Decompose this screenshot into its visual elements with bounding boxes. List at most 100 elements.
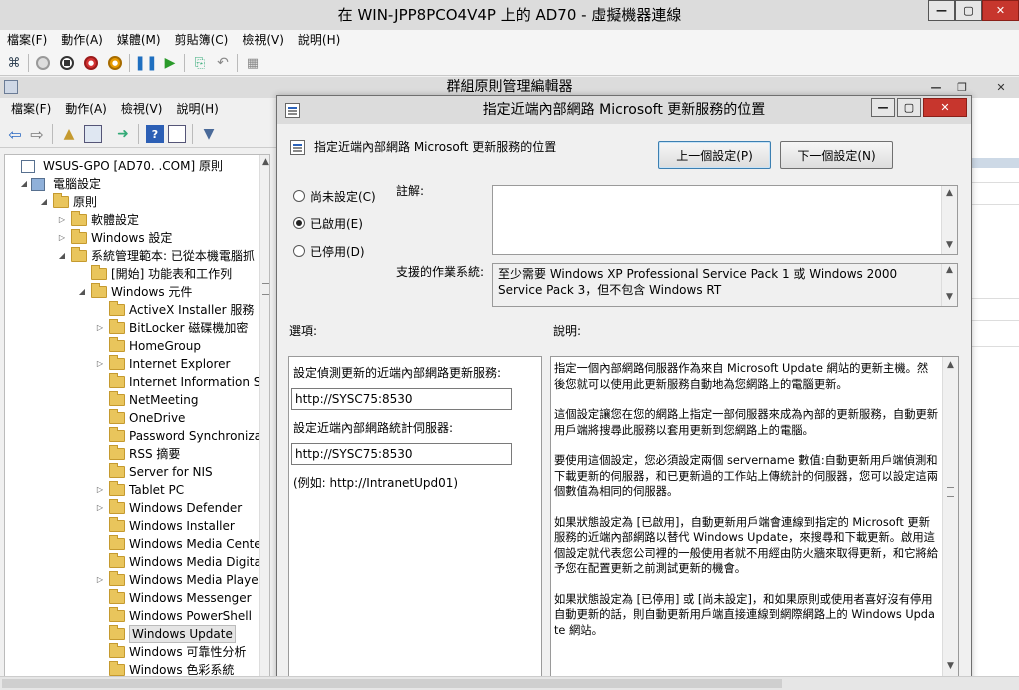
tree-item[interactable]: ActiveX Installer 服務: [5, 301, 257, 319]
up-folder-icon[interactable]: ▲: [60, 125, 78, 143]
collapse-arrow-icon[interactable]: ◢: [57, 247, 67, 265]
dialog-minimize-button[interactable]: —: [871, 98, 895, 117]
tree-item[interactable]: [開始] 功能表和工作列: [5, 265, 257, 283]
checkpoint-icon[interactable]: ⎘: [190, 53, 210, 73]
tree-item[interactable]: ▷ Windows Media Playe: [5, 571, 259, 589]
vm-menu-clipboard[interactable]: 剪貼簿(C): [168, 30, 236, 50]
gpme-menu-file[interactable]: 檔案(F): [4, 99, 58, 119]
stats-server-input[interactable]: [291, 443, 512, 465]
radio-not-configured[interactable]: [293, 190, 305, 202]
tree-item[interactable]: HomeGroup: [5, 337, 257, 355]
expand-arrow-icon[interactable]: ▷: [95, 571, 105, 589]
scroll-up-icon[interactable]: ▲: [943, 360, 958, 370]
scroll-down-icon[interactable]: ▼: [942, 292, 957, 302]
tree-item[interactable]: ▷ Windows 設定: [5, 229, 257, 247]
scroll-down-icon[interactable]: ▼: [943, 661, 958, 671]
update-server-input[interactable]: [291, 388, 512, 410]
vm-menu-help[interactable]: 說明(H): [291, 30, 347, 50]
scroll-up-icon[interactable]: ▲: [260, 157, 269, 167]
expand-arrow-icon[interactable]: ▷: [95, 481, 105, 499]
expand-arrow-icon[interactable]: ▷: [95, 319, 105, 337]
tree-item[interactable]: Windows Media Digita: [5, 553, 262, 571]
tree-item[interactable]: ▷ Windows Defender: [5, 499, 257, 517]
tree-item[interactable]: WSUS-GPO [AD70. .COM] 原則: [5, 157, 257, 175]
vm-horizontal-scrollbar[interactable]: [0, 676, 1019, 690]
tree-item[interactable]: Server for NIS: [5, 463, 257, 481]
tree-item[interactable]: ▷ 軟體設定: [5, 211, 257, 229]
filter-icon[interactable]: ▼: [200, 125, 218, 143]
vm-menu-file[interactable]: 檔案(F): [0, 30, 54, 50]
tree-item[interactable]: ◢ Windows 元件: [5, 283, 257, 301]
tree-item[interactable]: ▷ Internet Explorer: [5, 355, 257, 373]
enhanced-session-icon[interactable]: ▦: [243, 53, 263, 73]
radio-not-configured-label[interactable]: 尚未設定(C): [310, 188, 376, 205]
previous-setting-button[interactable]: 上一個設定(P): [658, 141, 771, 169]
start-icon[interactable]: [33, 53, 53, 73]
tree-item[interactable]: OneDrive: [5, 409, 257, 427]
ctrl-alt-del-icon[interactable]: ⌘: [4, 53, 24, 73]
scroll-thumb[interactable]: [947, 487, 954, 497]
gpme-minimize-button[interactable]: —: [925, 78, 947, 96]
radio-disabled-label[interactable]: 已停用(D): [310, 243, 365, 260]
vm-menu-media[interactable]: 媒體(M): [110, 30, 168, 50]
shutdown-icon[interactable]: ●: [81, 53, 101, 73]
tree-item[interactable]: ◢ 系統管理範本: 已從本機電腦抓: [5, 247, 257, 265]
expand-arrow-icon[interactable]: ▷: [57, 211, 67, 229]
supported-os-scrollbar[interactable]: ▲ ▼: [941, 264, 957, 306]
scroll-down-icon[interactable]: ▼: [942, 240, 957, 250]
export-list-icon[interactable]: ➜: [114, 125, 132, 143]
scroll-up-icon[interactable]: ▲: [942, 188, 957, 198]
show-hide-tree-icon[interactable]: [84, 125, 102, 143]
forward-icon[interactable]: ⇨: [28, 125, 46, 144]
gpme-menu-view[interactable]: 檢視(V): [114, 99, 170, 119]
radio-enabled-label[interactable]: 已啟用(E): [310, 215, 363, 232]
vm-menu-action[interactable]: 動作(A): [54, 30, 110, 50]
help-icon[interactable]: ?: [146, 125, 164, 143]
tree-item[interactable]: NetMeeting: [5, 391, 257, 409]
collapse-arrow-icon[interactable]: ◢: [19, 175, 29, 193]
gpme-restore-button[interactable]: ❐: [951, 78, 973, 96]
collapse-arrow-icon[interactable]: ◢: [39, 193, 49, 211]
save-state-icon[interactable]: ●: [105, 53, 125, 73]
tree-scrollbar[interactable]: ▲: [259, 155, 269, 683]
vm-maximize-button[interactable]: ▢: [955, 0, 982, 21]
tree-item[interactable]: Internet Information Se: [5, 373, 269, 391]
tree-item[interactable]: Windows 可靠性分析: [5, 643, 257, 661]
tree-item[interactable]: ▷ BitLocker 磁碟機加密: [5, 319, 257, 337]
expand-arrow-icon[interactable]: ▷: [57, 229, 67, 247]
tree-item[interactable]: Password Synchronizati: [5, 427, 269, 445]
turn-off-icon[interactable]: [57, 53, 77, 73]
resume-icon[interactable]: ▶: [160, 53, 180, 73]
tree-item[interactable]: ◢ 電腦設定: [5, 175, 257, 193]
scroll-thumb[interactable]: [2, 679, 782, 688]
expand-arrow-icon[interactable]: ▷: [95, 355, 105, 373]
comment-textbox[interactable]: ▲ ▼: [492, 185, 958, 255]
tree-item[interactable]: ◢ 原則: [5, 193, 257, 211]
properties-icon[interactable]: [168, 125, 186, 143]
dialog-close-button[interactable]: ✕: [923, 98, 967, 117]
vm-minimize-button[interactable]: —: [928, 0, 955, 21]
gpme-menu-action[interactable]: 動作(A): [58, 99, 114, 119]
tree-item[interactable]: Windows PowerShell: [5, 607, 257, 625]
pause-icon[interactable]: ❚❚: [134, 53, 157, 73]
radio-enabled[interactable]: [293, 217, 305, 229]
next-setting-button[interactable]: 下一個設定(N): [780, 141, 893, 169]
tree-item[interactable]: Windows Messenger: [5, 589, 257, 607]
expand-arrow-icon[interactable]: ▷: [95, 499, 105, 517]
vm-menu-view[interactable]: 檢視(V): [235, 30, 291, 50]
vm-close-button[interactable]: ✕: [982, 0, 1019, 21]
tree-item[interactable]: ▷ Tablet PC: [5, 481, 257, 499]
scroll-up-icon[interactable]: ▲: [942, 265, 957, 275]
gpme-close-button[interactable]: ✕: [990, 78, 1012, 96]
back-icon[interactable]: ⇦: [6, 125, 24, 144]
scroll-thumb[interactable]: [262, 283, 269, 295]
comment-scrollbar[interactable]: ▲ ▼: [941, 186, 957, 254]
revert-icon[interactable]: ↶: [213, 53, 233, 73]
tree-item[interactable]: Windows Installer: [5, 517, 257, 535]
gpme-menu-help[interactable]: 說明(H): [169, 99, 225, 119]
tree-item[interactable]: Windows Media Cente: [5, 535, 262, 553]
radio-disabled[interactable]: [293, 245, 305, 257]
help-scrollbar[interactable]: ▲ ▼: [942, 357, 958, 679]
tree-item[interactable]: RSS 摘要: [5, 445, 257, 463]
dialog-maximize-button[interactable]: ▢: [897, 98, 921, 117]
